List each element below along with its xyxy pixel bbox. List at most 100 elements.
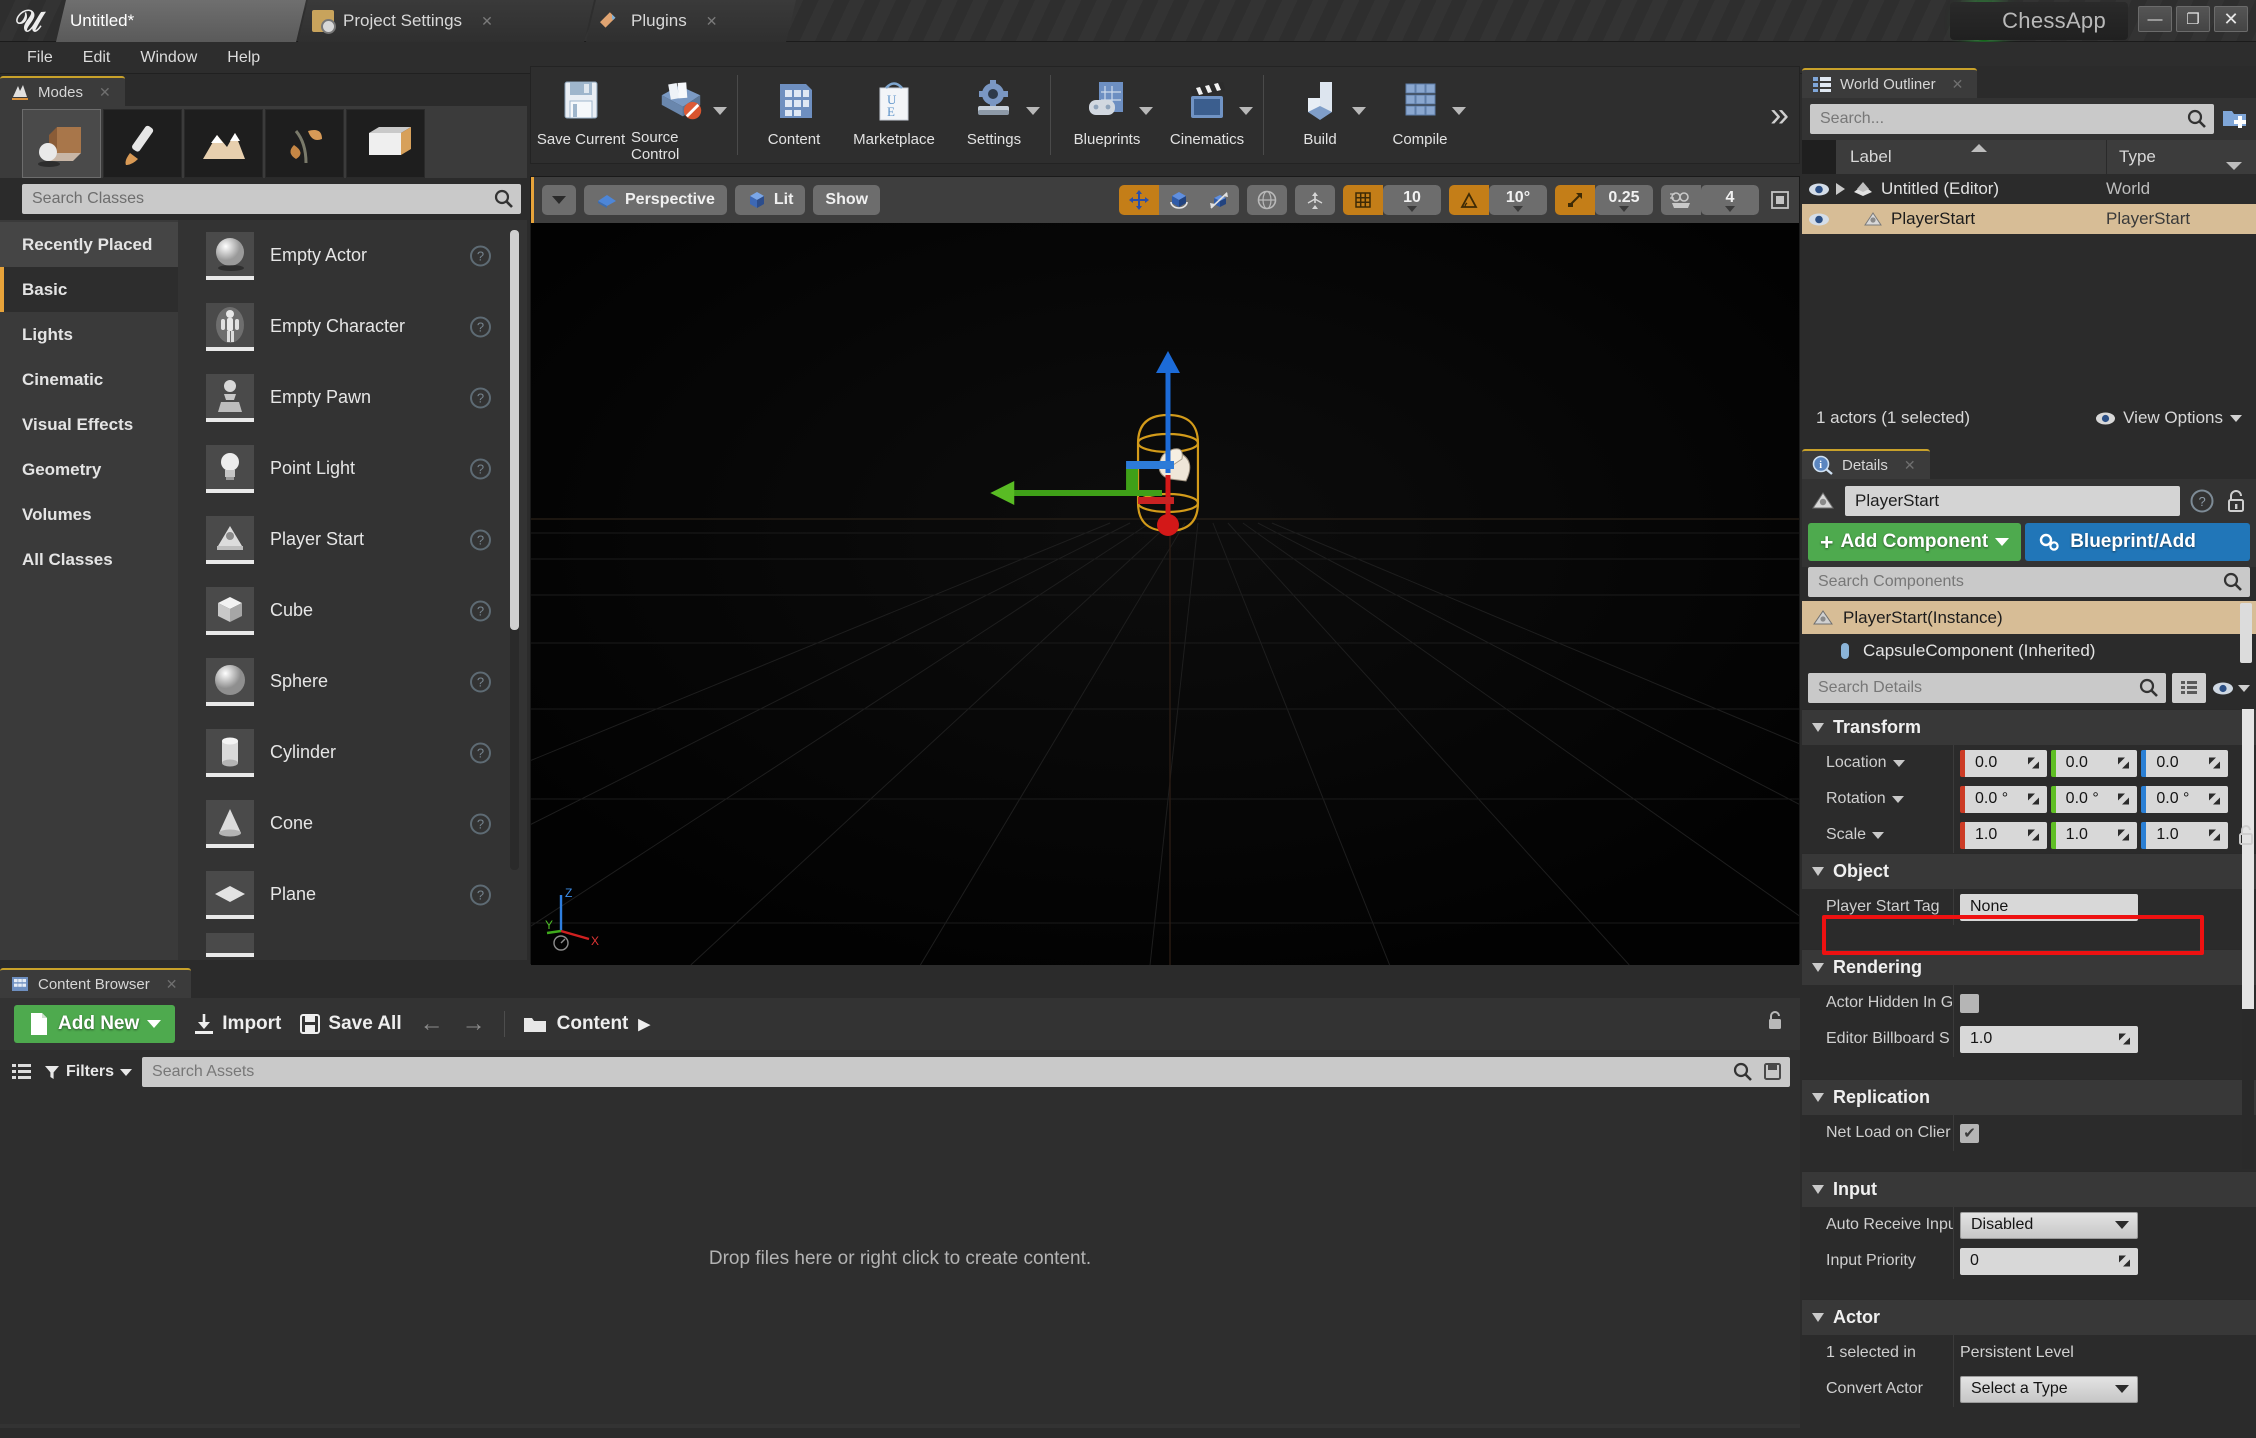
spinner-icon[interactable] <box>2208 757 2221 770</box>
scale-snap-value[interactable]: 0.25 <box>1595 185 1653 215</box>
minimize-button[interactable]: — <box>2138 6 2172 32</box>
marketplace-button[interactable]: U E Marketplace <box>844 67 944 163</box>
viewport-options-button[interactable] <box>542 185 576 215</box>
component-row-playerstart[interactable]: PlayerStart(Instance) <box>1802 601 2256 634</box>
net-load-on-client-checkbox[interactable] <box>1960 1123 1979 1143</box>
outliner-search-input[interactable]: Search... <box>1810 104 2214 134</box>
nav-forward-button[interactable]: → <box>462 1010 486 1038</box>
chevron-down-icon[interactable] <box>1139 107 1153 115</box>
rotation-x-input[interactable]: 0.0 ° <box>1960 785 2047 813</box>
category-cinematic[interactable]: Cinematic <box>0 357 178 402</box>
chevron-down-icon[interactable] <box>713 107 727 115</box>
search-assets-input[interactable]: Search Assets <box>142 1057 1790 1087</box>
lock-icon[interactable] <box>1766 1010 1784 1038</box>
grid-snap-value[interactable]: 10 <box>1383 185 1441 215</box>
visibility-toggle[interactable] <box>1802 182 1836 197</box>
auto-receive-input-select[interactable]: Disabled <box>1960 1211 2138 1239</box>
mode-paint-button[interactable] <box>103 109 182 178</box>
help-circle-icon[interactable]: ? <box>470 813 491 834</box>
menu-window[interactable]: Window <box>127 46 210 70</box>
list-item[interactable] <box>178 930 527 960</box>
tab-details[interactable]: i Details ✕ <box>1802 449 1930 479</box>
table-row[interactable]: PlayerStart PlayerStart <box>1802 204 2256 234</box>
tab-world-outliner[interactable]: World Outliner ✕ <box>1802 68 1978 98</box>
list-item[interactable]: Cone ? <box>178 788 527 859</box>
save-search-icon[interactable] <box>1763 1062 1782 1081</box>
scale-y-input[interactable]: 1.0 <box>2050 821 2138 849</box>
spinner-icon[interactable] <box>2027 757 2040 770</box>
spinner-icon[interactable] <box>2208 829 2221 842</box>
grid-snap-toggle[interactable] <box>1343 185 1383 215</box>
spinner-icon[interactable] <box>2118 1033 2131 1046</box>
show-menu-button[interactable]: Show <box>813 185 881 215</box>
save-all-button[interactable]: Save All <box>299 1013 402 1035</box>
translate-gizmo-button[interactable] <box>1119 185 1159 215</box>
search-details-input[interactable]: Search Details <box>1808 673 2166 703</box>
angle-snap-toggle[interactable] <box>1449 185 1489 215</box>
add-folder-icon[interactable] <box>2222 107 2248 131</box>
search-components-input[interactable]: Search Components <box>1808 567 2250 597</box>
help-circle-icon[interactable]: ? <box>2189 488 2215 514</box>
spinner-icon[interactable] <box>2117 793 2130 806</box>
help-circle-icon[interactable]: ? <box>470 387 491 408</box>
list-item[interactable]: Empty Character ? <box>178 291 527 362</box>
list-item[interactable]: Sphere ? <box>178 646 527 717</box>
chevron-down-icon[interactable] <box>1352 107 1366 115</box>
expand-triangle-icon[interactable] <box>1836 183 1845 195</box>
menu-file[interactable]: File <box>14 46 66 70</box>
spinner-icon[interactable] <box>2117 829 2130 842</box>
section-header-object[interactable]: Object <box>1802 853 2256 889</box>
close-icon[interactable]: ✕ <box>99 84 111 101</box>
maximize-viewport-button[interactable] <box>1767 185 1793 215</box>
grid-view-button[interactable] <box>2172 673 2206 703</box>
tab-close-icon[interactable]: ✕ <box>481 13 493 30</box>
cinematics-button[interactable]: Cinematics <box>1157 67 1257 163</box>
scale-gizmo-button[interactable] <box>1199 185 1239 215</box>
list-item[interactable]: Empty Pawn ? <box>178 362 527 433</box>
chevron-down-icon[interactable] <box>1026 107 1040 115</box>
viewport-3d-scene[interactable]: Z X Y <box>531 223 1799 965</box>
component-list-scrollbar[interactable] <box>2240 603 2252 663</box>
convert-actor-select[interactable]: Select a Type <box>1960 1375 2138 1403</box>
scale-lock-icon[interactable] <box>2236 824 2256 846</box>
compile-button[interactable]: Compile <box>1370 67 1470 163</box>
location-x-input[interactable]: 0.0 <box>1960 749 2047 777</box>
surface-snap-button[interactable] <box>1295 185 1335 215</box>
section-header-rendering[interactable]: Rendering <box>1802 949 2256 985</box>
build-button[interactable]: Build <box>1270 67 1370 163</box>
content-button[interactable]: Content <box>744 67 844 163</box>
actor-list-scrollbar[interactable] <box>510 230 519 870</box>
view-mode-button[interactable]: Lit <box>734 185 806 215</box>
help-circle-icon[interactable]: ? <box>470 458 491 479</box>
help-circle-icon[interactable]: ? <box>470 742 491 763</box>
section-header-actor[interactable]: Actor <box>1802 1299 2256 1335</box>
visibility-toggle[interactable] <box>1802 212 1836 227</box>
menu-edit[interactable]: Edit <box>70 46 124 70</box>
spinner-icon[interactable] <box>2118 1255 2131 1268</box>
tab-project-settings[interactable]: Project Settings ✕ <box>298 0 594 42</box>
camera-mode-button[interactable]: Perspective <box>584 185 727 215</box>
list-item[interactable]: Empty Actor ? <box>178 220 527 291</box>
property-label[interactable]: Rotation <box>1802 781 1954 817</box>
source-control-button[interactable]: Source Control <box>631 67 731 163</box>
chevron-down-icon[interactable] <box>1452 107 1466 115</box>
search-classes-input[interactable]: Search Classes <box>22 184 521 214</box>
rotation-y-input[interactable]: 0.0 ° <box>2050 785 2138 813</box>
world-space-button[interactable] <box>1247 185 1287 215</box>
asset-drop-area[interactable]: Drop files here or right click to create… <box>0 1094 1800 1424</box>
category-recently-placed[interactable]: Recently Placed <box>0 222 178 267</box>
angle-snap-value[interactable]: 10° <box>1489 185 1547 215</box>
help-circle-icon[interactable]: ? <box>470 884 491 905</box>
nav-back-button[interactable]: ← <box>420 1010 444 1038</box>
tab-content-browser[interactable]: Content Browser ✕ <box>0 968 192 998</box>
help-circle-icon[interactable]: ? <box>470 529 491 550</box>
chevron-down-icon[interactable] <box>1239 107 1253 115</box>
input-priority-input[interactable]: 0 <box>1960 1247 2138 1275</box>
close-button[interactable]: ✕ <box>2214 6 2248 32</box>
import-button[interactable]: Import <box>193 1012 281 1036</box>
mode-foliage-button[interactable] <box>265 109 344 178</box>
tab-plugins[interactable]: Plugins ✕ <box>586 0 796 42</box>
list-item[interactable]: Cube ? <box>178 575 527 646</box>
category-lights[interactable]: Lights <box>0 312 178 357</box>
spinner-icon[interactable] <box>2208 793 2221 806</box>
